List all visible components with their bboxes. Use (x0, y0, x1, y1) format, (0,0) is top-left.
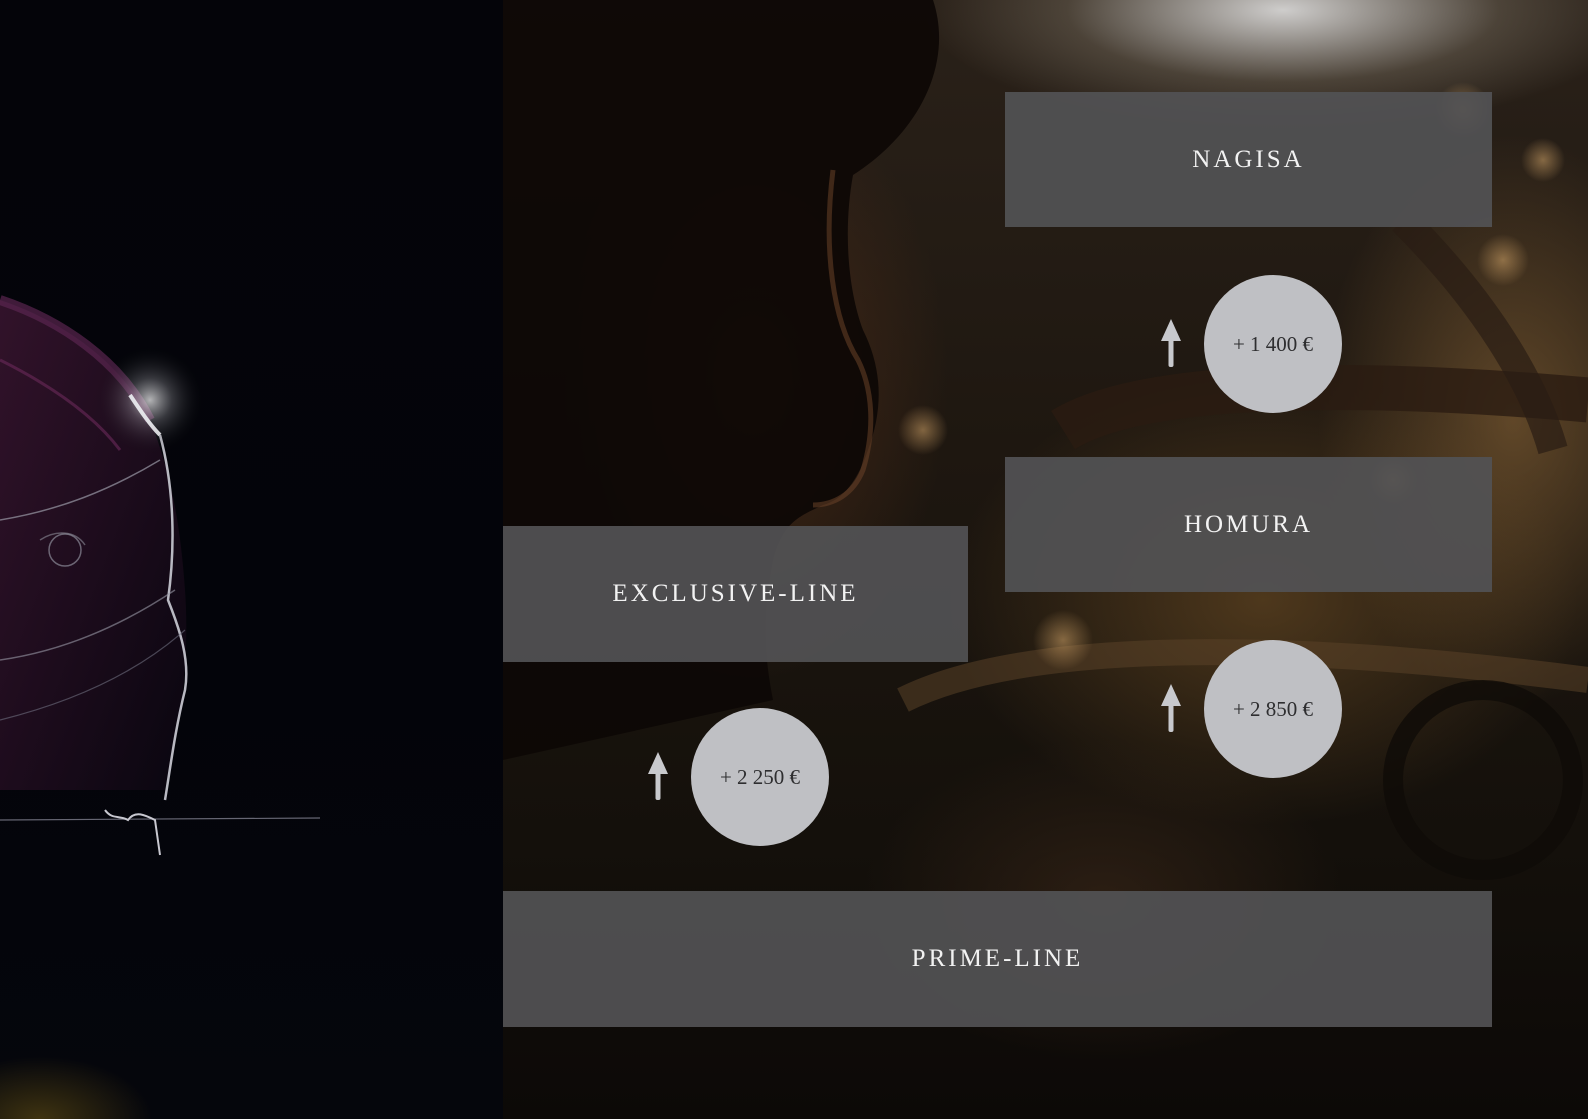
arrow-up-icon (1161, 684, 1181, 732)
upgrade-price-badge: + 1 400 € (1204, 275, 1342, 413)
upgrade-exclusive-row: + 2 250 € (647, 708, 829, 846)
option-homura-label: HOMURA (1183, 510, 1314, 538)
option-nagisa-label: NAGISA (1192, 145, 1305, 173)
helmet-sketch-image (0, 295, 321, 856)
option-exclusive-line-label: EXCLUSIVE-LINE (612, 580, 859, 607)
option-exclusive-line[interactable]: EXCLUSIVE-LINE (503, 526, 968, 662)
arrow-up-icon (1161, 319, 1181, 367)
trim-levels-page: NAGISA + 1 400 € HOMURA + 2 850 € EXCLUS… (0, 0, 1588, 1119)
option-prime-line[interactable]: PRIME-LINE (503, 891, 1492, 1027)
upgrade-price-exclusive: + 2 250 € (719, 764, 801, 789)
option-prime-line-label: PRIME-LINE (911, 945, 1084, 972)
upgrade-price-badge: + 2 250 € (691, 708, 829, 846)
upgrade-price-badge: + 2 850 € (1204, 640, 1342, 778)
upgrade-homura-row: + 2 850 € (1160, 640, 1342, 778)
option-homura[interactable]: HOMURA (1005, 457, 1492, 592)
upgrade-price-nagisa: + 1 400 € (1232, 331, 1314, 356)
upgrade-price-homura: + 2 850 € (1232, 696, 1314, 721)
option-nagisa[interactable]: NAGISA (1005, 92, 1492, 227)
arrow-up-icon (648, 752, 668, 800)
sketch-panel (0, 0, 503, 1119)
upgrade-nagisa-row: + 1 400 € (1160, 275, 1342, 413)
